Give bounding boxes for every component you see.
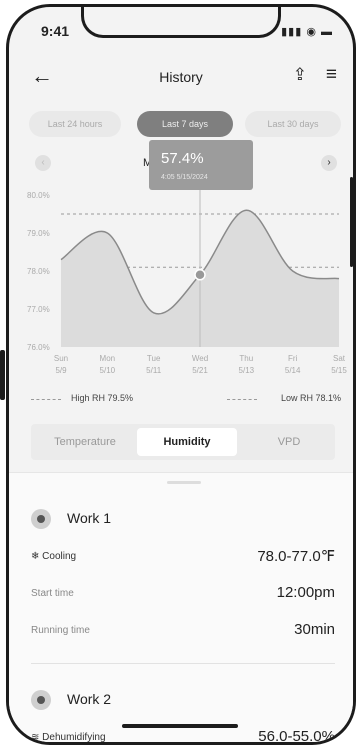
side-button-left — [0, 350, 5, 400]
tab-temperature[interactable]: Temperature — [35, 428, 135, 456]
y-tick-label: 77.0% — [27, 305, 50, 314]
work-2-mode-label: ≋ Dehumidifying — [31, 732, 106, 743]
low-legend-line — [227, 399, 257, 400]
running-time-label: Running time — [31, 625, 90, 636]
side-button — [350, 177, 353, 267]
tab-vpd[interactable]: VPD — [239, 428, 339, 456]
divider — [31, 663, 335, 664]
x-tick-date: 5/13 — [239, 366, 255, 375]
x-tick-day: Wed — [192, 354, 208, 363]
humidity-chart[interactable]: 80.0% 79.0% 78.0% 77.0% 76.0% Sun 5/9 Mon 5/10 Tu… — [9, 187, 353, 382]
running-time-value: 30min — [294, 621, 335, 638]
x-tick-date: 5/21 — [192, 366, 208, 375]
tooltip-datetime: 4:05 5/15/2024 — [161, 174, 208, 181]
clock-icon — [31, 509, 51, 529]
work-2-mode-row: ≋ Dehumidifying 56.0-55.0% — [31, 728, 335, 745]
x-tick-day: Thu — [239, 354, 253, 363]
work-1-running-row: Running time 30min — [31, 621, 335, 643]
range-selector: Last 24 hours Last 7 days Last 30 days — [9, 111, 353, 137]
x-tick-date: 5/15 — [331, 366, 347, 375]
y-tick-label: 80.0% — [27, 191, 50, 200]
work-2-mode-value: 56.0-55.0% — [258, 728, 335, 745]
work-1-title: Work 1 — [67, 510, 112, 526]
data-point — [194, 269, 206, 281]
chevron-right-icon[interactable]: › — [321, 155, 337, 171]
phone-frame: 9:41 ▮▮▮ ◉ ▬ ← History ⇪ ≡ Last 24 hours… — [6, 4, 356, 745]
tooltip-value: 57.4% — [161, 150, 204, 167]
work-2-title: Work 2 — [67, 691, 112, 707]
y-tick-label: 78.0% — [27, 267, 50, 276]
low-rh-label: Low RH 78.1% — [280, 393, 341, 403]
dehumidify-icon: ≋ — [31, 732, 40, 743]
x-tick-day: Fri — [288, 354, 298, 363]
sheet-handle[interactable] — [167, 481, 201, 484]
work-1-mode-value: 78.0-77.0℉ — [257, 548, 335, 565]
range-last-30-days[interactable]: Last 30 days — [245, 111, 341, 137]
status-bar: 9:41 ▮▮▮ ◉ ▬ — [9, 23, 353, 43]
snowflake-icon: ❄ — [31, 551, 40, 562]
home-indicator — [122, 724, 238, 728]
x-tick-date: 5/9 — [55, 366, 67, 375]
y-tick-label: 79.0% — [27, 229, 50, 238]
tab-humidity[interactable]: Humidity — [137, 428, 237, 456]
work-sheet: Work 1 ❄ Cooling 78.0-77.0℉ Start time 1… — [9, 472, 353, 742]
range-last-7-days[interactable]: Last 7 days — [137, 111, 233, 137]
work-1-mode-label: ❄ Cooling — [31, 551, 76, 562]
x-tick-day: Mon — [100, 354, 116, 363]
status-time: 9:41 — [41, 23, 70, 39]
x-tick-date: 5/11 — [146, 366, 162, 375]
x-tick-date: 5/10 — [100, 366, 116, 375]
high-rh-label: High RH 79.5% — [71, 393, 134, 403]
y-tick-label: 76.0% — [27, 343, 50, 352]
clock-icon — [31, 690, 51, 710]
chevron-left-icon[interactable]: ‹ — [35, 155, 51, 171]
x-tick-date: 5/14 — [285, 366, 301, 375]
high-legend-line — [31, 399, 61, 400]
header: ← History ⇪ ≡ — [9, 63, 353, 93]
chart-legend: High RH 79.5% Low RH 78.1% — [9, 392, 353, 408]
range-last-24-hours[interactable]: Last 24 hours — [29, 111, 121, 137]
status-icons: ▮▮▮ ◉ ▬ — [281, 26, 333, 38]
start-time-value: 12:00pm — [276, 584, 335, 601]
x-tick-day: Sat — [333, 354, 346, 363]
chart-tooltip: 57.4% 4:05 5/15/2024 — [149, 140, 253, 190]
menu-icon[interactable]: ≡ — [326, 64, 337, 86]
x-tick-day: Tue — [147, 354, 161, 363]
work-1-mode: Cooling — [42, 551, 77, 562]
work-1-mode-row: ❄ Cooling 78.0-77.0℉ — [31, 547, 335, 569]
x-tick-day: Sun — [54, 354, 68, 363]
work-1-start-row: Start time 12:00pm — [31, 584, 335, 606]
metric-tabs: Temperature Humidity VPD — [31, 424, 335, 460]
share-icon[interactable]: ⇪ — [293, 65, 307, 85]
work-2-mode: Dehumidifying — [42, 732, 106, 743]
start-time-label: Start time — [31, 588, 74, 599]
